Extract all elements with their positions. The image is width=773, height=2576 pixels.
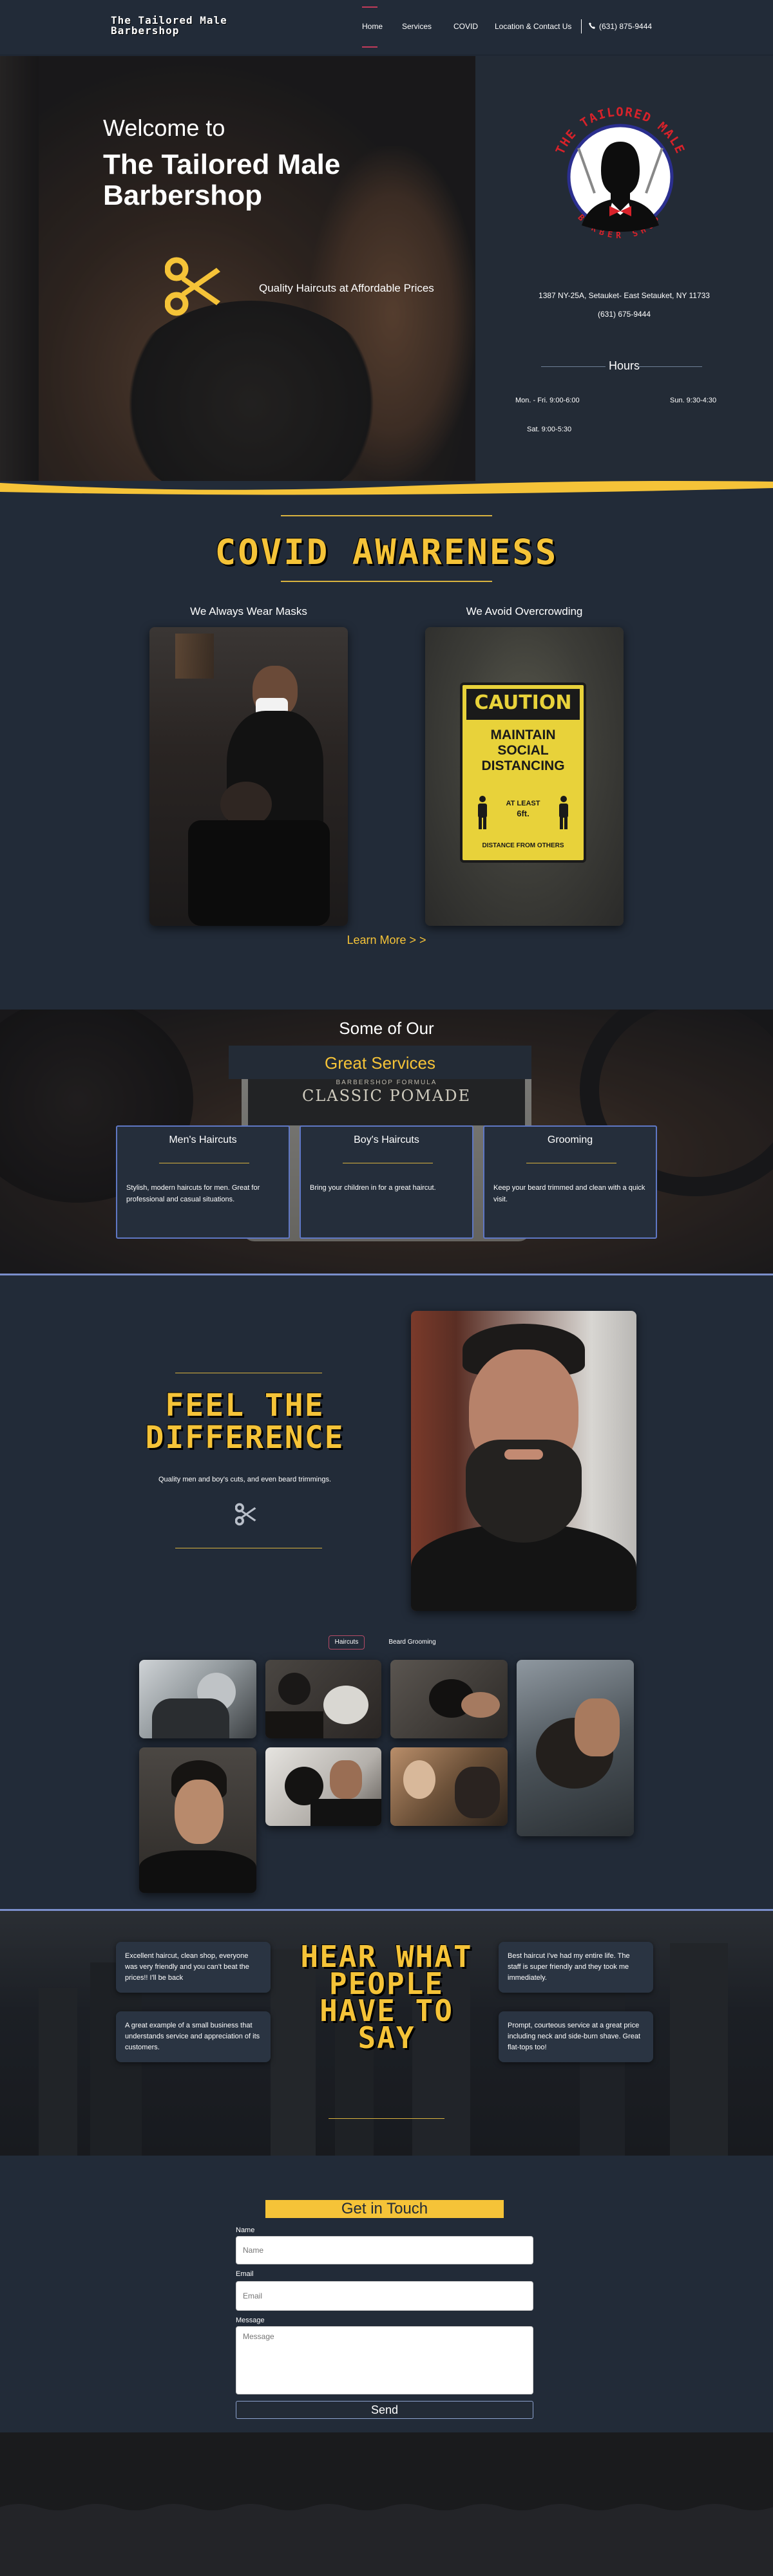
service-card-title: Grooming xyxy=(547,1134,593,1145)
sign-distance-from-others: DISTANCE FROM OTHERS xyxy=(482,842,564,849)
service-card-title: Boy's Haircuts xyxy=(354,1134,419,1145)
nav-active-underline xyxy=(362,46,377,48)
barbershop-logo: THE TAILORED MALE BARBER SHOP xyxy=(540,97,701,258)
page-footer xyxy=(0,2432,773,2576)
testimonial-text: Prompt, courteous service at a great pri… xyxy=(508,2022,641,2051)
email-input[interactable] xyxy=(236,2281,533,2311)
service-card-mens[interactable]: Men's Haircuts Stylish, modern haircuts … xyxy=(116,1125,290,1239)
service-card-text: Stylish, modern haircuts for men. Great … xyxy=(126,1184,260,1203)
service-card-grooming[interactable]: Grooming Keep your beard trimmed and cle… xyxy=(483,1125,657,1239)
nav-link-home[interactable]: Home xyxy=(362,22,383,31)
nav-phone-text: (631) 875-9444 xyxy=(599,22,653,31)
service-card-boys[interactable]: Boy's Haircuts Bring your children in fo… xyxy=(300,1125,473,1239)
name-input[interactable] xyxy=(236,2236,533,2264)
testimonial-card: Excellent haircut, clean shop, everyone … xyxy=(116,1942,271,1993)
covid-caption-masks: We Always Wear Masks xyxy=(190,605,307,617)
feel-subtitle: Quality men and boy's cuts, and even bea… xyxy=(158,1476,332,1483)
photo-bearded-man xyxy=(411,1311,636,1611)
covid-caption-crowding: We Avoid Overcrowding xyxy=(466,605,583,617)
hours-saturday: Sat. 9:00-5:30 xyxy=(527,426,572,433)
services-heading-line2: Great Services xyxy=(325,1053,435,1073)
phone-icon xyxy=(589,22,595,31)
feel-section-title: FEEL THE DIFFERENCE xyxy=(145,1387,345,1456)
scissors-icon xyxy=(234,1503,257,1529)
testimonials-title: HEAR WHAT PEOPLE HAVE TO SAY xyxy=(300,1939,473,2055)
sign-line-distancing: DISTANCING xyxy=(481,758,565,773)
hours-sunday: Sun. 9:30-4:30 xyxy=(670,397,717,404)
nav-link-covid[interactable]: COVID xyxy=(453,22,478,31)
hours-heading: Hours xyxy=(608,359,640,372)
pomade-brand-text: CLASSIC POMADE xyxy=(301,1087,472,1105)
testimonial-card: Prompt, courteous service at a great pri… xyxy=(499,2011,653,2062)
nav-divider xyxy=(581,19,582,33)
covid-section-title: COVID AWARENESS xyxy=(215,532,558,572)
gallery-tab-haircuts[interactable]: Haircuts xyxy=(329,1635,365,1650)
learn-more-link[interactable]: Learn More > > xyxy=(0,934,773,947)
covid-rule-bottom xyxy=(281,581,492,582)
shop-phone[interactable]: (631) 675-9444 xyxy=(475,310,773,319)
contact-heading: Get in Touch xyxy=(341,2200,428,2217)
photo-social-distancing-sign: CAUTION MAINTAIN SOCIAL DISTANCING AT LE… xyxy=(425,627,624,926)
photo-barber-with-mask xyxy=(149,627,348,926)
hero-welcome-text: Welcome to xyxy=(103,115,225,141)
pomade-formula-text: BARBERSHOP FORMULA xyxy=(336,1079,437,1086)
gold-wave-divider xyxy=(0,481,773,495)
name-label: Name xyxy=(236,2226,255,2234)
nav-phone-link[interactable]: (631) 875-9444 xyxy=(589,22,652,31)
nav-link-services[interactable]: Services xyxy=(402,22,432,31)
scissors-icon xyxy=(164,256,223,320)
services-heading-line1: Some of Our xyxy=(339,1019,434,1038)
message-label: Message xyxy=(236,2317,265,2324)
gallery-photo-5[interactable] xyxy=(139,1747,256,1893)
gallery-photo-1[interactable] xyxy=(139,1660,256,1738)
sign-caution-text: CAUTION xyxy=(474,691,572,714)
gallery-photo-2[interactable] xyxy=(265,1660,381,1738)
testimonial-card: Best haircut I've had my entire life. Th… xyxy=(499,1942,653,1993)
nav-link-location-contact[interactable]: Location & Contact Us xyxy=(495,22,571,31)
service-card-text: Bring your children in for a great hairc… xyxy=(310,1184,436,1192)
sign-line-social: SOCIAL xyxy=(497,743,549,758)
service-card-text: Keep your beard trimmed and clean with a… xyxy=(493,1184,645,1203)
message-textarea[interactable] xyxy=(236,2326,533,2394)
testimonial-text: A great example of a small business that… xyxy=(125,2022,260,2051)
gallery-photo-4[interactable] xyxy=(517,1660,634,1836)
person-right-icon xyxy=(558,796,569,829)
gallery-photo-3[interactable] xyxy=(390,1660,508,1738)
hero-background-photo xyxy=(0,56,475,481)
gallery-photo-6[interactable] xyxy=(265,1747,381,1826)
send-button[interactable]: Send xyxy=(236,2401,533,2419)
testimonials-rule xyxy=(329,2118,444,2119)
hours-weekday: Mon. - Fri. 9:00-6:00 xyxy=(515,397,580,404)
footer-wave xyxy=(0,2504,773,2520)
testimonial-text: Excellent haircut, clean shop, everyone … xyxy=(125,1952,249,1982)
nav-active-indicator xyxy=(362,6,377,8)
hero-tagline: Quality Haircuts at Affordable Prices xyxy=(259,282,434,294)
shop-address: 1387 NY-25A, Setauket- East Setauket, NY… xyxy=(539,291,710,300)
gallery-tab-beard-grooming[interactable]: Beard Grooming xyxy=(381,1635,443,1650)
person-left-icon xyxy=(477,796,488,829)
top-navbar: The Tailored Male Barbershop Home Servic… xyxy=(0,0,773,55)
email-label: Email xyxy=(236,2270,254,2278)
hours-divider-right xyxy=(638,366,702,367)
sign-line-maintain: MAINTAIN xyxy=(490,728,556,742)
service-card-title: Men's Haircuts xyxy=(169,1134,237,1145)
covid-rule-top xyxy=(281,515,492,516)
gallery-photo-7[interactable] xyxy=(390,1747,508,1826)
services-bottom-border xyxy=(0,1274,773,1275)
testimonial-text: Best haircut I've had my entire life. Th… xyxy=(508,1952,630,1982)
brand-logo-text[interactable]: The Tailored Male Barbershop xyxy=(111,15,253,36)
hero-title: The Tailored Male Barbershop xyxy=(103,149,341,211)
testimonial-card: A great example of a small business that… xyxy=(116,2011,271,2062)
